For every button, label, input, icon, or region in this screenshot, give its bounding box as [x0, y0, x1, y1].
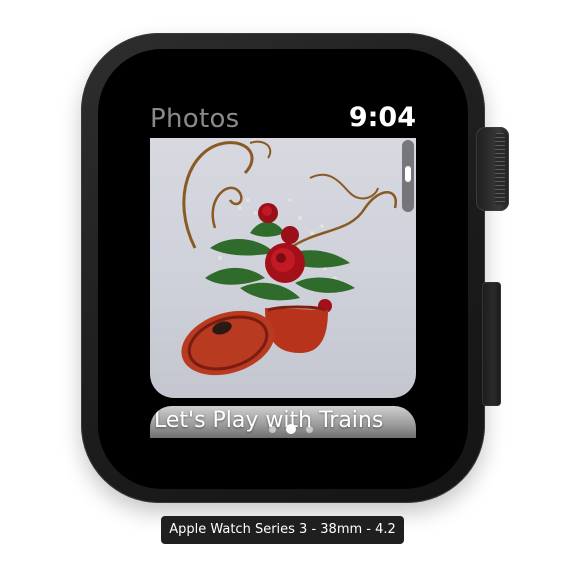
crown-ridges	[495, 133, 505, 205]
simulator-stage: Photos 9:04 Let's Play with Trains Apple…	[0, 0, 566, 586]
scroll-thumb	[405, 166, 411, 182]
app-title: Photos	[150, 104, 240, 134]
branch	[211, 186, 243, 229]
side-button[interactable]	[482, 282, 501, 406]
photo-card[interactable]	[150, 138, 416, 398]
scroll-indicator	[402, 140, 414, 212]
page-dot	[306, 426, 313, 433]
clock-time: 9:04	[348, 102, 416, 133]
simulator-device-label: Apple Watch Series 3 - 38mm - 4.2	[161, 516, 404, 544]
red-pot	[265, 305, 328, 353]
page-dot	[269, 426, 276, 433]
branch	[289, 191, 398, 250]
digital-crown[interactable]	[476, 127, 509, 211]
flower-arrangement-photo	[181, 140, 398, 376]
page-dot-active	[286, 424, 296, 434]
branch	[309, 173, 379, 200]
page-indicator	[255, 424, 335, 436]
